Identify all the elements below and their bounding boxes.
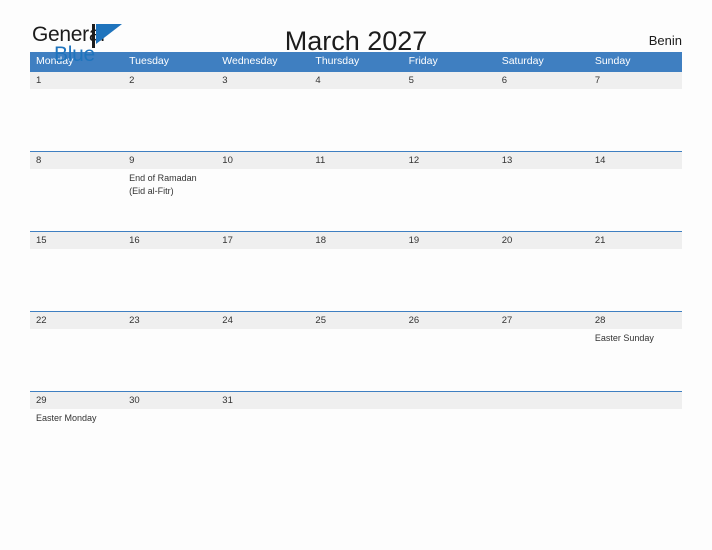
day-cell-holiday[interactable]: Easter Monday: [30, 409, 123, 457]
day-cell[interactable]: [496, 249, 589, 311]
day-number[interactable]: 10: [216, 152, 309, 169]
holiday-label: End of Ramadan: [129, 173, 197, 183]
day-cell[interactable]: [309, 169, 402, 231]
day-cell[interactable]: [123, 89, 216, 151]
day-cell[interactable]: [403, 329, 496, 391]
week-date-band: 8 9 10 11 12 13 14: [30, 152, 682, 169]
day-number[interactable]: 9: [123, 152, 216, 169]
day-cell-holiday[interactable]: End of Ramadan (Eid al-Fitr): [123, 169, 216, 231]
day-cell[interactable]: [216, 409, 309, 457]
calendar-week-row: 15 16 17 18 19 20 21: [30, 231, 682, 311]
week-date-band: 1 2 3 4 5 6 7: [30, 72, 682, 89]
day-cell: [403, 409, 496, 457]
day-number[interactable]: 25: [309, 312, 402, 329]
page-title: March 2027: [284, 26, 428, 56]
day-number[interactable]: 30: [123, 392, 216, 409]
week-note-band: End of Ramadan (Eid al-Fitr): [30, 169, 682, 231]
day-cell[interactable]: [589, 89, 682, 151]
week-date-band: 22 23 24 25 26 27 28: [30, 312, 682, 329]
day-number[interactable]: 16: [123, 232, 216, 249]
day-number[interactable]: 22: [30, 312, 123, 329]
day-number[interactable]: 8: [30, 152, 123, 169]
calendar-week-row: 1 2 3 4 5 6 7: [30, 71, 682, 151]
day-number[interactable]: 14: [589, 152, 682, 169]
day-cell[interactable]: [216, 329, 309, 391]
day-cell[interactable]: [309, 249, 402, 311]
day-cell-holiday[interactable]: Easter Sunday: [589, 329, 682, 391]
day-cell[interactable]: [216, 89, 309, 151]
day-number[interactable]: 24: [216, 312, 309, 329]
page-header: General Blue March 2027 Benin: [30, 0, 682, 65]
day-number-empty: [403, 392, 496, 409]
day-cell[interactable]: [496, 169, 589, 231]
day-number[interactable]: 4: [309, 72, 402, 89]
week-note-band: [30, 89, 682, 151]
day-cell[interactable]: [216, 169, 309, 231]
holiday-label: (Eid al-Fitr): [129, 186, 174, 196]
day-cell[interactable]: [496, 329, 589, 391]
day-cell[interactable]: [496, 89, 589, 151]
day-number[interactable]: 12: [403, 152, 496, 169]
calendar-week-row: 29 30 31 Easter Monday: [30, 391, 682, 457]
day-cell[interactable]: [403, 249, 496, 311]
day-number[interactable]: 21: [589, 232, 682, 249]
day-cell[interactable]: [123, 249, 216, 311]
day-number[interactable]: 18: [309, 232, 402, 249]
day-cell[interactable]: [30, 329, 123, 391]
day-number[interactable]: 29: [30, 392, 123, 409]
day-cell: [309, 409, 402, 457]
day-number-empty: [309, 392, 402, 409]
day-number[interactable]: 6: [496, 72, 589, 89]
day-number[interactable]: 19: [403, 232, 496, 249]
week-note-band: Easter Sunday: [30, 329, 682, 391]
week-note-band: Easter Monday: [30, 409, 682, 457]
day-number[interactable]: 23: [123, 312, 216, 329]
day-cell[interactable]: [589, 249, 682, 311]
day-cell[interactable]: [403, 89, 496, 151]
day-cell[interactable]: [30, 169, 123, 231]
day-cell[interactable]: [216, 249, 309, 311]
day-number[interactable]: 11: [309, 152, 402, 169]
day-number[interactable]: 28: [589, 312, 682, 329]
day-cell[interactable]: [123, 329, 216, 391]
region-label: Benin: [648, 33, 682, 48]
day-number[interactable]: 20: [496, 232, 589, 249]
day-number[interactable]: 1: [30, 72, 123, 89]
day-number[interactable]: 31: [216, 392, 309, 409]
day-number[interactable]: 26: [403, 312, 496, 329]
day-cell[interactable]: [30, 249, 123, 311]
day-number-empty: [496, 392, 589, 409]
day-number-empty: [589, 392, 682, 409]
calendar-page: General Blue March 2027 Benin Monday Tue…: [0, 0, 712, 550]
day-number[interactable]: 15: [30, 232, 123, 249]
day-cell: [589, 409, 682, 457]
day-cell[interactable]: [309, 329, 402, 391]
week-note-band: [30, 249, 682, 311]
day-cell[interactable]: [30, 89, 123, 151]
holiday-label: Easter Sunday: [594, 333, 654, 343]
day-number[interactable]: 3: [216, 72, 309, 89]
calendar-grid: Monday Tuesday Wednesday Thursday Friday…: [30, 52, 682, 457]
day-cell[interactable]: [589, 169, 682, 231]
day-cell[interactable]: [309, 89, 402, 151]
day-number[interactable]: 7: [589, 72, 682, 89]
day-number[interactable]: 27: [496, 312, 589, 329]
day-cell[interactable]: [403, 169, 496, 231]
holiday-label: Easter Monday: [36, 413, 97, 423]
day-cell[interactable]: [123, 409, 216, 457]
day-cell: [496, 409, 589, 457]
calendar-week-row: 8 9 10 11 12 13 14 End of Ramadan (Eid a…: [30, 151, 682, 231]
week-date-band: 29 30 31: [30, 392, 682, 409]
day-number[interactable]: 17: [216, 232, 309, 249]
calendar-week-row: 22 23 24 25 26 27 28 Easter Sunday: [30, 311, 682, 391]
week-date-band: 15 16 17 18 19 20 21: [30, 232, 682, 249]
day-number[interactable]: 5: [403, 72, 496, 89]
day-number[interactable]: 2: [123, 72, 216, 89]
day-number[interactable]: 13: [496, 152, 589, 169]
